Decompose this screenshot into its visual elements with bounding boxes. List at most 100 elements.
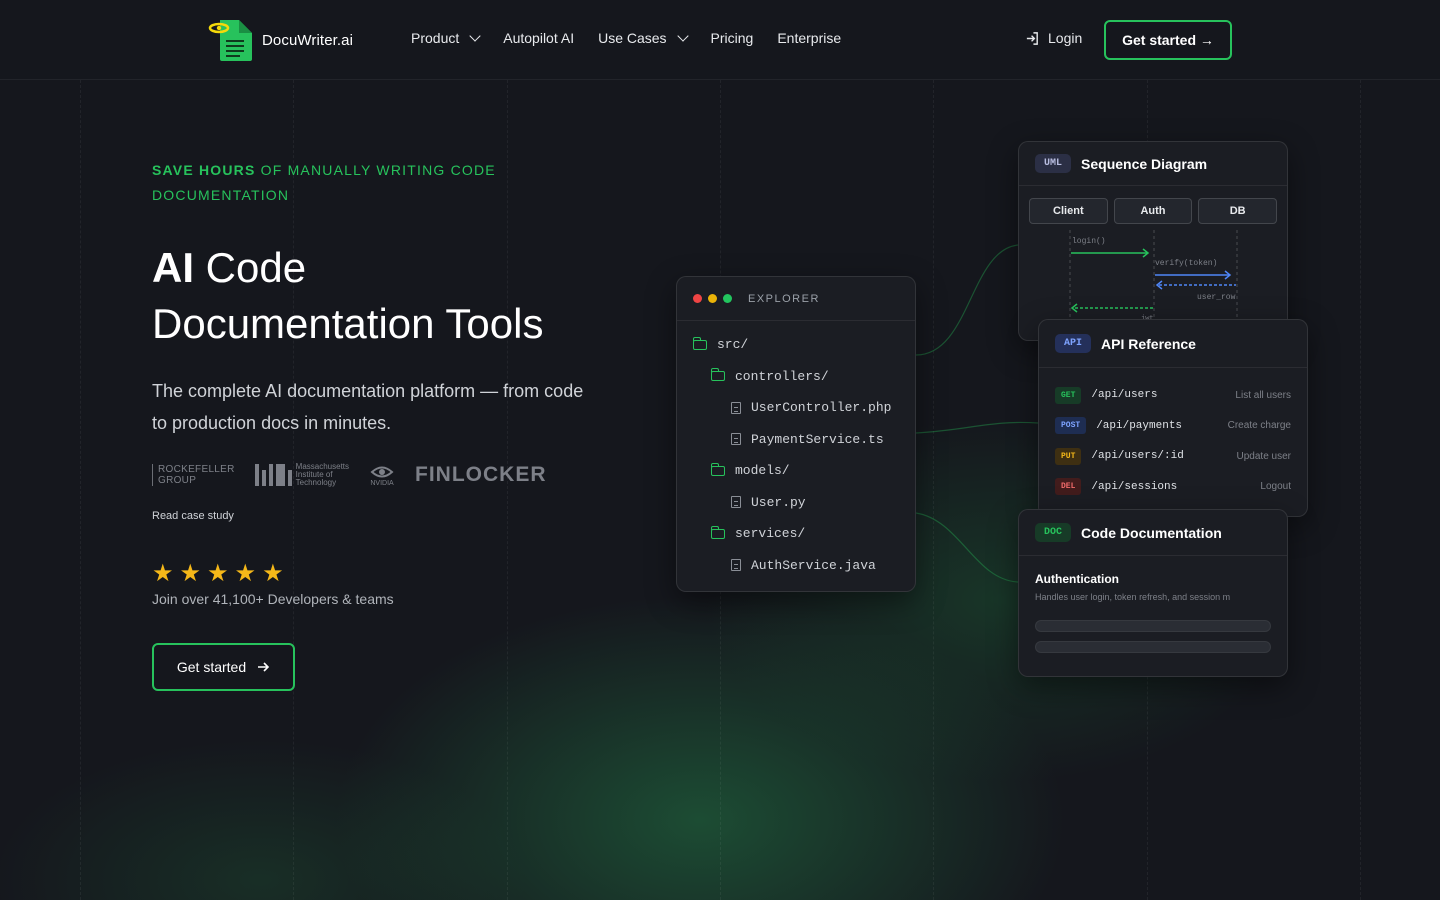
file-tree: src/ controllers/ UserController.php Pay…: [677, 321, 915, 581]
explorer-title: EXPLORER: [748, 292, 820, 305]
arrow-right-icon: [258, 662, 270, 672]
nav-item-pricing[interactable]: Pricing: [711, 30, 754, 46]
tree-item-file[interactable]: UserController.php: [677, 392, 915, 424]
endpoint-path: /api/payments: [1096, 419, 1183, 432]
actor-client: Client: [1029, 198, 1108, 224]
msg-verify: verify(token): [1155, 259, 1217, 268]
customer-logos: ROCKEFELLER GROUP Massachusetts Institut…: [152, 463, 547, 487]
grid-line: [80, 80, 81, 900]
tree-item-folder[interactable]: controllers/: [677, 361, 915, 393]
nav-item-autopilot[interactable]: Autopilot AI: [503, 30, 574, 46]
nav-item-product[interactable]: Product: [411, 30, 481, 46]
method-badge: GET: [1055, 386, 1082, 404]
logo-text: Technology: [295, 478, 337, 487]
brand-logo[interactable]: DocuWriter.ai: [208, 18, 353, 62]
hero-eyebrow: SAVE HOURS OF MANUALLY WRITING CODE DOCU…: [152, 158, 512, 208]
method-badge: DEL: [1055, 478, 1082, 496]
tree-item-file[interactable]: User.py: [677, 487, 915, 519]
folder-icon: [710, 368, 725, 382]
api-tag: API: [1055, 334, 1092, 353]
social-proof-text: Join over 41,100+ Developers & teams: [152, 591, 394, 607]
card-title: Code Documentation: [1081, 524, 1222, 541]
window-controls: [693, 294, 732, 303]
card-title: Sequence Diagram: [1081, 155, 1208, 172]
actor-auth: Auth: [1113, 198, 1193, 224]
docuwriter-logo-icon: [208, 18, 254, 62]
nav-item-use-cases[interactable]: Use Cases: [598, 30, 689, 46]
nav-item-label: Use Cases: [598, 30, 667, 46]
file-icon: [731, 496, 741, 509]
tree-item-folder[interactable]: src/: [677, 329, 915, 361]
endpoint-path: /api/sessions: [1091, 480, 1178, 493]
login-label: Login: [1048, 30, 1083, 46]
logo-text: NVIDIA: [370, 479, 394, 487]
hero-subtitle: The complete AI documentation platform —…: [152, 381, 584, 433]
star-icon: ★: [262, 560, 284, 587]
tree-item-label: controllers/: [735, 368, 829, 384]
title-line2: Documentation Tools: [152, 300, 544, 347]
mit-logo: Massachusetts Institute of Technology: [254, 463, 349, 487]
nav-item-label: Product: [411, 30, 460, 46]
msg-user-row: user_row: [1197, 293, 1236, 302]
get-started-button[interactable]: Get started →: [1104, 20, 1232, 60]
hero-get-started-button[interactable]: Get started: [152, 643, 295, 691]
tree-item-label: PaymentService.ts: [751, 431, 884, 447]
grid-line: [933, 80, 934, 900]
chevron-down-icon: [469, 30, 481, 42]
placeholder-bar: [1035, 620, 1271, 632]
star-icon: ★: [179, 560, 202, 587]
button-label: Get started: [176, 659, 247, 675]
nav-item-label: Enterprise: [777, 30, 842, 46]
maximize-dot-icon: [723, 294, 732, 303]
finlocker-logo: FINLOCKER: [415, 463, 547, 486]
mit-bars-icon: [254, 464, 292, 486]
folder-icon: [710, 525, 725, 539]
endpoint-row[interactable]: POST /api/payments Create charge: [1055, 411, 1291, 442]
tree-item-file[interactable]: PaymentService.ts: [677, 424, 915, 456]
tree-item-label: src/: [717, 337, 749, 353]
endpoint-row[interactable]: DEL /api/sessions Logout: [1055, 472, 1291, 503]
doc-tag: DOC: [1035, 523, 1072, 542]
nvidia-logo: NVIDIA: [369, 464, 395, 487]
page-title: AI Code Documentation Tools: [152, 240, 543, 352]
nav-menu: Product Autopilot AI Use Cases Pricing E…: [411, 30, 841, 46]
method-badge: PUT: [1055, 447, 1082, 465]
chevron-down-icon: [676, 30, 689, 42]
star-icon: ★: [152, 560, 174, 587]
logo-text: GROUP: [158, 475, 197, 486]
uml-tag: UML: [1035, 154, 1072, 173]
file-icon: [731, 559, 741, 572]
tree-item-file[interactable]: AuthService.java: [677, 550, 915, 582]
star-icon: ★: [207, 560, 229, 587]
endpoint-row[interactable]: PUT /api/users/:id Update user: [1055, 441, 1291, 472]
doc-heading: Authentication: [1035, 572, 1119, 586]
logo-text: ROCKEFELLER: [158, 464, 235, 475]
card-title: API Reference: [1101, 335, 1196, 352]
endpoint-path: /api/users: [1091, 389, 1158, 402]
endpoint-desc: Update user: [1236, 450, 1291, 462]
msg-login: login(): [1072, 237, 1106, 246]
tree-item-label: UserController.php: [751, 400, 892, 416]
file-icon: [731, 433, 741, 446]
file-icon: [731, 401, 741, 414]
method-badge: POST: [1055, 417, 1087, 435]
sequence-diagram-card: UML Sequence Diagram Client Auth DB logi…: [1018, 141, 1288, 341]
file-explorer-panel: EXPLORER src/ controllers/ UserControlle…: [676, 276, 916, 592]
title-highlight: AI: [152, 244, 194, 291]
endpoint-path: /api/users/:id: [1091, 450, 1184, 463]
doc-text: Handles user login, token refresh, and s…: [1035, 592, 1231, 602]
star-icon: ★: [234, 560, 257, 587]
nvidia-eye-icon: [370, 466, 394, 477]
login-link[interactable]: Login: [1025, 30, 1082, 46]
close-dot-icon: [693, 294, 702, 303]
nav-item-enterprise[interactable]: Enterprise: [777, 30, 841, 46]
endpoint-desc: List all users: [1235, 389, 1291, 401]
rockefeller-logo: ROCKEFELLER GROUP: [152, 464, 235, 486]
eyebrow-highlight: SAVE HOURS: [152, 162, 256, 178]
tree-item-folder[interactable]: models/: [677, 455, 915, 487]
read-case-study-link[interactable]: Read case study: [152, 510, 234, 522]
nav-item-label: Pricing: [710, 30, 754, 46]
tree-item-folder[interactable]: services/: [677, 518, 915, 550]
endpoint-row[interactable]: GET /api/users List all users: [1055, 380, 1291, 411]
actor-db: DB: [1198, 198, 1278, 224]
